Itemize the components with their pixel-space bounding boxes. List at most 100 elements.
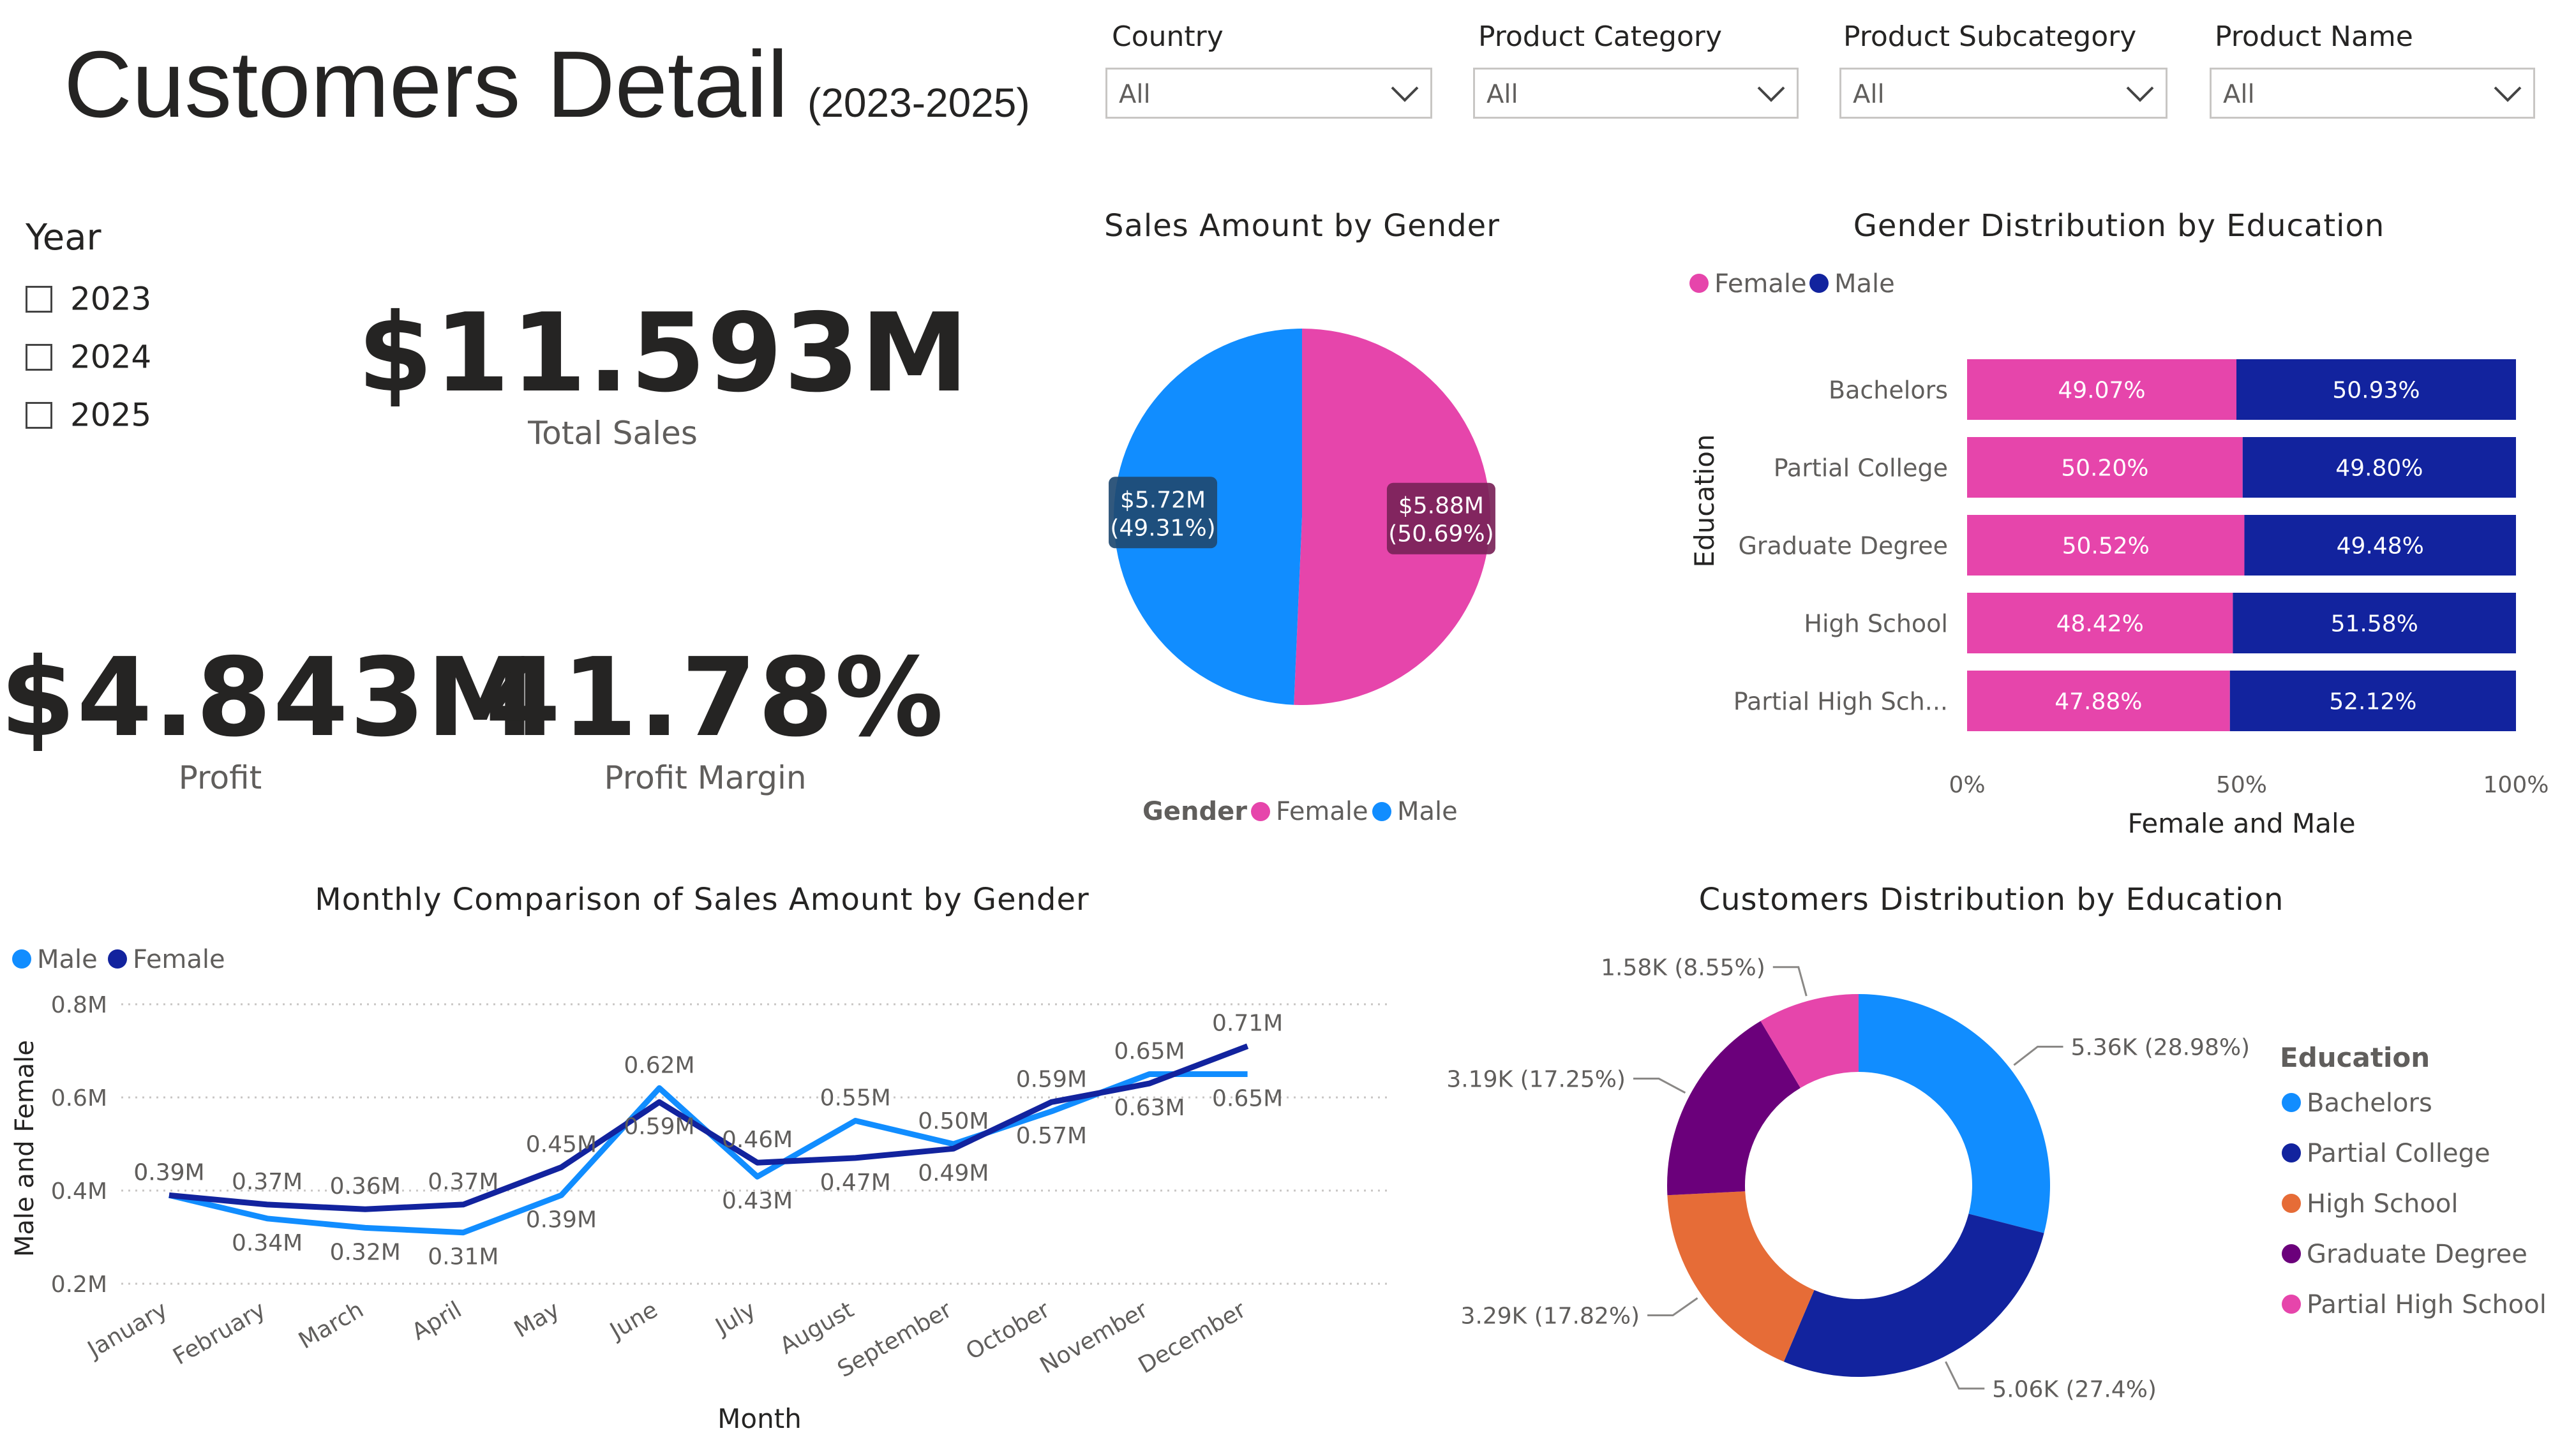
line-data-label: 0.65M bbox=[1212, 1086, 1283, 1112]
y-axis-title: Education bbox=[1689, 434, 1720, 567]
bar-data-label: 49.07% bbox=[2058, 378, 2145, 404]
x-tick-label: July bbox=[710, 1296, 760, 1341]
x-tick-label: November bbox=[1036, 1296, 1153, 1379]
donut-data-label: 1.58K (8.55%) bbox=[1601, 955, 1765, 981]
legend-marker bbox=[108, 949, 127, 969]
donut-slice bbox=[1783, 1214, 2044, 1377]
bar-data-label: 51.58% bbox=[2331, 611, 2418, 637]
legend-marker bbox=[2282, 1295, 2301, 1314]
legend-label: Partial High School bbox=[2307, 1290, 2547, 1319]
line-data-label: 0.50M bbox=[918, 1108, 989, 1134]
legend-title: Gender bbox=[1142, 797, 1247, 826]
x-tick-label: January bbox=[82, 1296, 172, 1363]
line-data-label: 0.32M bbox=[330, 1239, 401, 1265]
donut-slice bbox=[1859, 994, 2050, 1233]
legend-label: Female bbox=[133, 945, 225, 974]
x-tick-label: 0% bbox=[1949, 772, 1985, 798]
y-tick-label: 0.8M bbox=[51, 992, 107, 1018]
donut-slice bbox=[1667, 1191, 1815, 1362]
bar-data-label: 50.93% bbox=[2332, 378, 2420, 404]
category-label: Bachelors bbox=[1829, 376, 1948, 405]
legend-label: Male bbox=[1834, 269, 1895, 299]
y-tick-label: 0.2M bbox=[51, 1272, 107, 1298]
line-data-label: 0.39M bbox=[133, 1159, 204, 1185]
legend-label: Partial College bbox=[2307, 1139, 2490, 1168]
line-data-label: 0.59M bbox=[1016, 1066, 1087, 1092]
legend-label: Female bbox=[1276, 797, 1368, 826]
x-tick-label: June bbox=[604, 1296, 662, 1345]
charts-layer: $5.88M(50.69%) $5.72M(49.31%) Gender Female… bbox=[10, 269, 2549, 1434]
leader-line bbox=[1633, 1078, 1686, 1094]
legend-marker bbox=[1809, 274, 1829, 293]
legend-marker bbox=[2282, 1244, 2301, 1263]
legend-label: Male bbox=[37, 945, 98, 974]
line-data-label: 0.49M bbox=[918, 1160, 989, 1186]
line-data-label: 0.45M bbox=[526, 1132, 597, 1158]
bar-data-label: 48.42% bbox=[2056, 611, 2144, 637]
x-tick-label: May bbox=[510, 1296, 564, 1343]
line-data-label: 0.59M bbox=[624, 1113, 694, 1140]
x-tick-label: 50% bbox=[2216, 772, 2267, 798]
category-label: Partial College bbox=[1774, 454, 1948, 482]
line-data-label: 0.71M bbox=[1212, 1011, 1283, 1037]
line-data-label: 0.36M bbox=[330, 1173, 401, 1200]
line-data-label: 0.57M bbox=[1016, 1123, 1087, 1149]
donut-data-label: 3.19K (17.25%) bbox=[1446, 1067, 1626, 1093]
x-axis-title: Female and Male bbox=[2127, 808, 2355, 839]
donut-data-label: 5.36K (28.98%) bbox=[2071, 1034, 2250, 1060]
leader-line bbox=[1647, 1297, 1698, 1316]
x-tick-label: December bbox=[1134, 1296, 1250, 1379]
line-data-label: 0.63M bbox=[1114, 1095, 1185, 1121]
data-label-percent: (50.69%) bbox=[1388, 521, 1494, 547]
legend-label: Bachelors bbox=[2307, 1088, 2432, 1118]
category-label: Graduate Degree bbox=[1738, 532, 1948, 560]
legend-marker bbox=[2282, 1194, 2301, 1213]
y-tick-label: 0.4M bbox=[51, 1178, 107, 1205]
line-data-label: 0.37M bbox=[232, 1169, 303, 1195]
legend-marker bbox=[12, 949, 31, 969]
y-axis-title: Male and Female bbox=[10, 1040, 40, 1257]
legend-marker bbox=[2282, 1143, 2301, 1163]
x-tick-label: February bbox=[168, 1296, 270, 1370]
line-data-label: 0.43M bbox=[722, 1188, 793, 1214]
x-axis-title: Month bbox=[717, 1403, 802, 1434]
leader-line bbox=[1945, 1361, 1985, 1390]
legend-marker bbox=[1251, 802, 1270, 821]
bar-data-label: 50.20% bbox=[2061, 456, 2148, 482]
x-tick-label: August bbox=[775, 1296, 858, 1359]
legend-title: Education bbox=[2280, 1042, 2430, 1073]
leader-line bbox=[1772, 966, 1808, 997]
legend-label: High School bbox=[2307, 1189, 2458, 1219]
category-label: High School bbox=[1804, 610, 1948, 638]
y-tick-label: 0.6M bbox=[51, 1085, 107, 1111]
line-data-label: 0.65M bbox=[1114, 1039, 1185, 1065]
legend-marker bbox=[1689, 274, 1709, 293]
line-data-label: 0.47M bbox=[820, 1170, 891, 1196]
data-label-value: $5.88M bbox=[1398, 493, 1484, 519]
line-data-label: 0.55M bbox=[820, 1085, 891, 1111]
x-tick-label: April bbox=[408, 1296, 467, 1346]
leader-line bbox=[2013, 1045, 2063, 1066]
legend-marker bbox=[2282, 1093, 2301, 1112]
bar-data-label: 49.48% bbox=[2337, 533, 2424, 560]
legend-label: Graduate Degree bbox=[2307, 1240, 2527, 1269]
line-data-label: 0.62M bbox=[624, 1052, 694, 1078]
line-data-label: 0.31M bbox=[428, 1244, 498, 1270]
bar-data-label: 52.12% bbox=[2329, 689, 2416, 715]
x-tick-label: 100% bbox=[2483, 772, 2549, 798]
legend-label: Female bbox=[1714, 269, 1807, 299]
donut-data-label: 3.29K (17.82%) bbox=[1461, 1303, 1640, 1329]
legend-label: Male bbox=[1397, 797, 1458, 826]
data-label-percent: (49.31%) bbox=[1110, 515, 1215, 541]
line-data-label: 0.37M bbox=[428, 1169, 498, 1195]
line-data-label: 0.39M bbox=[526, 1207, 597, 1233]
bar-data-label: 50.52% bbox=[2062, 533, 2150, 560]
legend-marker bbox=[1372, 802, 1391, 821]
x-tick-label: March bbox=[294, 1296, 368, 1354]
line-data-label: 0.46M bbox=[722, 1127, 793, 1153]
category-label: Partial High Sch... bbox=[1733, 688, 1948, 716]
data-label-value: $5.72M bbox=[1120, 487, 1206, 513]
bar-data-label: 49.80% bbox=[2335, 456, 2423, 482]
bar-data-label: 47.88% bbox=[2055, 689, 2142, 715]
line-data-label: 0.34M bbox=[232, 1230, 303, 1256]
